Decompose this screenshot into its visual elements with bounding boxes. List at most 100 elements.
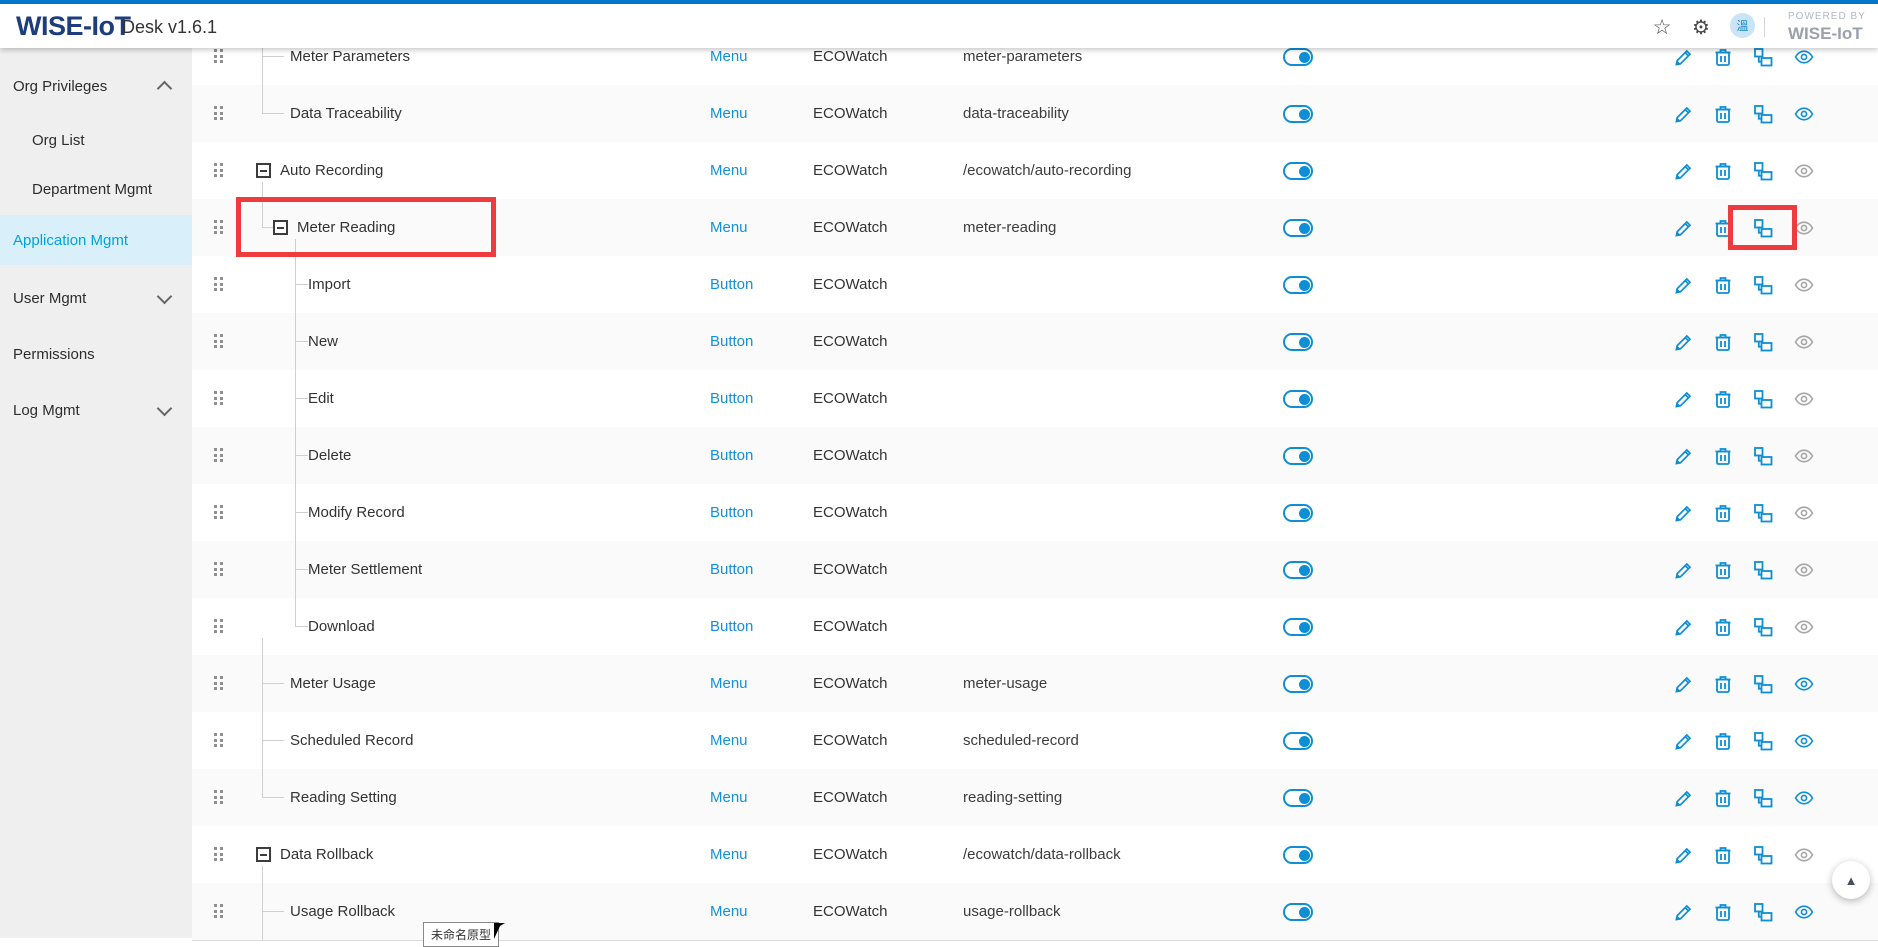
edit-icon[interactable] [1673,502,1695,524]
copy-node-icon[interactable] [1752,502,1774,524]
item-type-link[interactable]: Menu [710,826,748,883]
item-type-link[interactable]: Button [710,427,753,484]
item-type-link[interactable]: Button [710,370,753,427]
delete-icon[interactable] [1712,445,1734,467]
edit-icon[interactable] [1673,559,1695,581]
sidebar-item-org-list[interactable]: Org List [0,125,192,155]
back-to-top-button[interactable]: ▲ [1832,861,1870,899]
drag-handle-icon[interactable] [214,391,225,407]
copy-node-icon[interactable] [1752,331,1774,353]
eye-preview-icon[interactable] [1793,901,1815,923]
edit-icon[interactable] [1673,160,1695,182]
edit-icon[interactable] [1673,844,1695,866]
edit-icon[interactable] [1673,445,1695,467]
copy-node-icon[interactable] [1752,787,1774,809]
eye-preview-icon[interactable] [1793,730,1815,752]
delete-icon[interactable] [1712,787,1734,809]
item-type-link[interactable]: Button [710,598,753,655]
edit-icon[interactable] [1673,616,1695,638]
collapse-node-icon[interactable] [256,163,271,178]
delete-icon[interactable] [1712,901,1734,923]
eye-preview-icon[interactable] [1793,46,1815,68]
copy-node-icon[interactable] [1752,160,1774,182]
collapse-node-icon[interactable] [273,220,288,235]
collapse-node-icon[interactable] [256,847,271,862]
delete-icon[interactable] [1712,217,1734,239]
enabled-toggle[interactable] [1283,333,1313,351]
drag-handle-icon[interactable] [214,790,225,806]
edit-icon[interactable] [1673,901,1695,923]
enabled-toggle[interactable] [1283,219,1313,237]
delete-icon[interactable] [1712,844,1734,866]
enabled-toggle[interactable] [1283,390,1313,408]
enabled-toggle[interactable] [1283,48,1313,66]
favorite-star-icon[interactable]: ☆ [1649,14,1675,40]
sidebar-item-log-mgmt[interactable]: Log Mgmt [0,395,192,425]
edit-icon[interactable] [1673,103,1695,125]
sidebar-item-application-mgmt[interactable]: Application Mgmt [0,215,192,265]
drag-handle-icon[interactable] [214,106,225,122]
enabled-toggle[interactable] [1283,162,1313,180]
copy-node-icon[interactable] [1752,730,1774,752]
item-type-link[interactable]: Button [710,313,753,370]
item-type-link[interactable]: Menu [710,769,748,826]
edit-icon[interactable] [1673,274,1695,296]
delete-icon[interactable] [1712,730,1734,752]
enabled-toggle[interactable] [1283,447,1313,465]
edit-icon[interactable] [1673,388,1695,410]
copy-node-icon[interactable] [1752,274,1774,296]
item-type-link[interactable]: Menu [710,655,748,712]
edit-icon[interactable] [1673,331,1695,353]
sidebar-item-permissions[interactable]: Permissions [0,339,192,369]
delete-icon[interactable] [1712,103,1734,125]
drag-handle-icon[interactable] [214,619,225,635]
drag-handle-icon[interactable] [214,49,225,65]
copy-node-icon[interactable] [1752,673,1774,695]
drag-handle-icon[interactable] [214,847,225,863]
edit-icon[interactable] [1673,46,1695,68]
enabled-toggle[interactable] [1283,105,1313,123]
copy-node-icon[interactable] [1752,103,1774,125]
item-type-link[interactable]: Button [710,541,753,598]
copy-node-icon[interactable] [1752,901,1774,923]
copy-node-icon[interactable] [1752,217,1774,239]
eye-preview-icon[interactable] [1793,673,1815,695]
delete-icon[interactable] [1712,616,1734,638]
item-type-link[interactable]: Button [710,256,753,313]
eye-preview-icon[interactable] [1793,787,1815,809]
drag-handle-icon[interactable] [214,220,225,236]
drag-handle-icon[interactable] [214,904,225,920]
item-type-link[interactable]: Menu [710,199,748,256]
enabled-toggle[interactable] [1283,732,1313,750]
item-type-link[interactable]: Menu [710,883,748,940]
item-type-link[interactable]: Menu [710,712,748,769]
drag-handle-icon[interactable] [214,505,225,521]
drag-handle-icon[interactable] [214,448,225,464]
enabled-toggle[interactable] [1283,276,1313,294]
copy-node-icon[interactable] [1752,559,1774,581]
sidebar-item-org-privileges[interactable]: Org Privileges [0,71,192,101]
drag-handle-icon[interactable] [214,277,225,293]
edit-icon[interactable] [1673,673,1695,695]
enabled-toggle[interactable] [1283,903,1313,921]
delete-icon[interactable] [1712,673,1734,695]
drag-handle-icon[interactable] [214,334,225,350]
enabled-toggle[interactable] [1283,789,1313,807]
delete-icon[interactable] [1712,331,1734,353]
edit-icon[interactable] [1673,730,1695,752]
eye-preview-icon[interactable] [1793,103,1815,125]
drag-handle-icon[interactable] [214,562,225,578]
settings-gear-icon[interactable]: ⚙ [1688,14,1714,40]
copy-node-icon[interactable] [1752,388,1774,410]
copy-node-icon[interactable] [1752,616,1774,638]
item-type-link[interactable]: Menu [710,85,748,142]
delete-icon[interactable] [1712,274,1734,296]
delete-icon[interactable] [1712,46,1734,68]
drag-handle-icon[interactable] [214,676,225,692]
copy-node-icon[interactable] [1752,844,1774,866]
delete-icon[interactable] [1712,559,1734,581]
enabled-toggle[interactable] [1283,561,1313,579]
delete-icon[interactable] [1712,502,1734,524]
edit-icon[interactable] [1673,217,1695,239]
sidebar-item-user-mgmt[interactable]: User Mgmt [0,283,192,313]
